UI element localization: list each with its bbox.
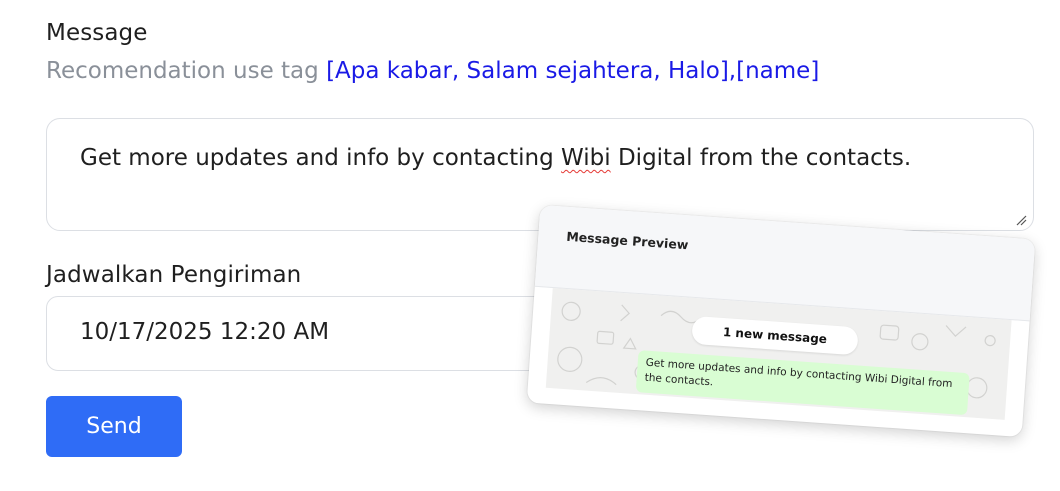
message-label: Message (46, 20, 148, 46)
send-button[interactable]: Send (46, 396, 182, 457)
tag-recommendation-hint: Recomendation use tag [Apa kabar, Salam … (46, 58, 819, 84)
hint-prefix: Recomendation use tag (46, 58, 327, 84)
resize-handle-icon[interactable] (1015, 214, 1027, 226)
message-preview-card: Message Preview 1 new message Get more u… (526, 204, 1036, 438)
schedule-datetime-input[interactable]: 10/17/2025 12:20 AM (46, 296, 606, 371)
message-text-before: Get more updates and info by contacting (80, 145, 562, 171)
misspelled-word: Wibi (561, 145, 611, 171)
schedule-label: Jadwalkan Pengiriman (46, 262, 302, 288)
message-text-after: Digital from the contacts. (610, 145, 912, 171)
hint-tags: [Apa kabar, Salam sejahtera, Halo],[name… (326, 58, 820, 84)
